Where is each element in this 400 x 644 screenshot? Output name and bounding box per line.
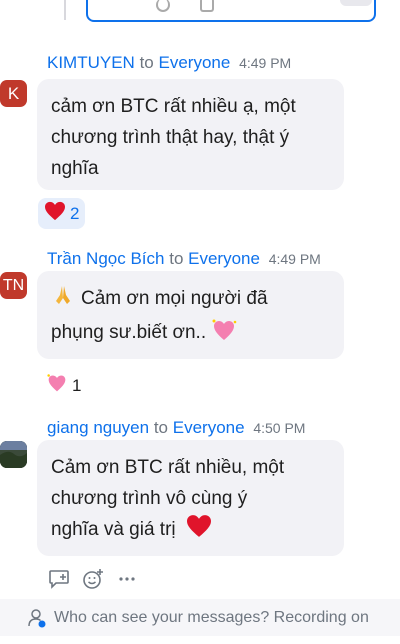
privacy-notice[interactable]: Who can see your messages? Recording on — [0, 599, 400, 636]
sparkling-heart-icon — [211, 318, 237, 352]
avatar-photo — [0, 441, 27, 468]
folded-hands-icon — [51, 283, 75, 317]
sparkling-heart-icon — [46, 373, 68, 398]
avatar[interactable]: K — [0, 80, 27, 107]
sender-name[interactable]: giang nguyen — [47, 418, 149, 437]
reply-icon[interactable] — [48, 568, 70, 590]
message-line: Cảm ơn mọi người đã — [51, 283, 332, 317]
emoji-icon[interactable] — [156, 0, 170, 12]
reaction-count: 2 — [70, 203, 80, 223]
recipient-name[interactable]: Everyone — [173, 418, 245, 437]
sender-name[interactable]: KIMTUYEN — [47, 53, 135, 72]
timestamp: 4:49 PM — [268, 251, 321, 267]
reaction-count: 1 — [72, 375, 82, 395]
message-line: nghĩa và giá trị — [51, 514, 332, 548]
message-bubble[interactable]: Cảm ơn BTC rất nhiều, một chương trình v… — [37, 440, 344, 556]
timestamp: 4:50 PM — [253, 420, 306, 436]
avatar-initials: TN — [2, 276, 25, 294]
file-icon[interactable] — [200, 0, 214, 12]
to-label: to — [169, 249, 184, 268]
to-label: to — [153, 418, 169, 437]
chat-input-box[interactable] — [86, 0, 376, 22]
avatar[interactable]: TN — [0, 272, 27, 299]
message-text: Cảm ơn mọi người đã — [81, 288, 268, 309]
reaction-chip[interactable]: 1 — [46, 373, 81, 398]
more-icon[interactable] — [116, 568, 138, 590]
recipient-name[interactable]: Everyone — [188, 249, 260, 268]
message-text: phụng sư.biết ơn.. — [51, 322, 207, 343]
message-header: KIMTUYEN to Everyone 4:49 PM — [47, 53, 291, 73]
message-actions — [48, 568, 138, 590]
message-text: nghĩa và giá trị — [51, 519, 176, 540]
privacy-user-icon — [28, 608, 46, 628]
timestamp: 4:49 PM — [239, 55, 292, 71]
message-line: Cảm ơn BTC rất nhiều, một — [51, 457, 285, 478]
avatar-initials: K — [7, 83, 20, 103]
heart-icon — [44, 201, 66, 226]
message-bubble[interactable]: Cảm ơn mọi người đã phụng sư.biết ơn.. — [37, 271, 344, 359]
message-line: nghĩa — [51, 158, 99, 179]
message-line: chương trình thật hay, thật ý — [51, 127, 290, 148]
divider — [64, 0, 66, 20]
message-line: phụng sư.biết ơn.. — [51, 317, 332, 352]
sender-name[interactable]: Trần Ngọc Bích — [47, 249, 164, 268]
message-bubble[interactable]: cảm ơn BTC rất nhiều ạ, một chương trình… — [37, 79, 344, 190]
message-header: giang nguyen to Everyone 4:50 PM — [47, 418, 305, 438]
message-header: Trần Ngọc Bích to Everyone 4:49 PM — [47, 249, 321, 269]
privacy-text: Who can see your messages? Recording on — [54, 608, 369, 626]
add-reaction-icon[interactable] — [82, 568, 104, 590]
message-line: chương trình vô cùng ý — [51, 488, 248, 509]
reaction-chip[interactable]: 2 — [38, 198, 86, 229]
recipient-name[interactable]: Everyone — [159, 53, 231, 72]
message-line: cảm ơn BTC rất nhiều ạ, một — [51, 96, 296, 117]
avatar[interactable] — [0, 441, 27, 468]
heart-icon — [185, 514, 213, 548]
to-label: to — [139, 53, 154, 72]
send-button[interactable] — [340, 0, 372, 6]
